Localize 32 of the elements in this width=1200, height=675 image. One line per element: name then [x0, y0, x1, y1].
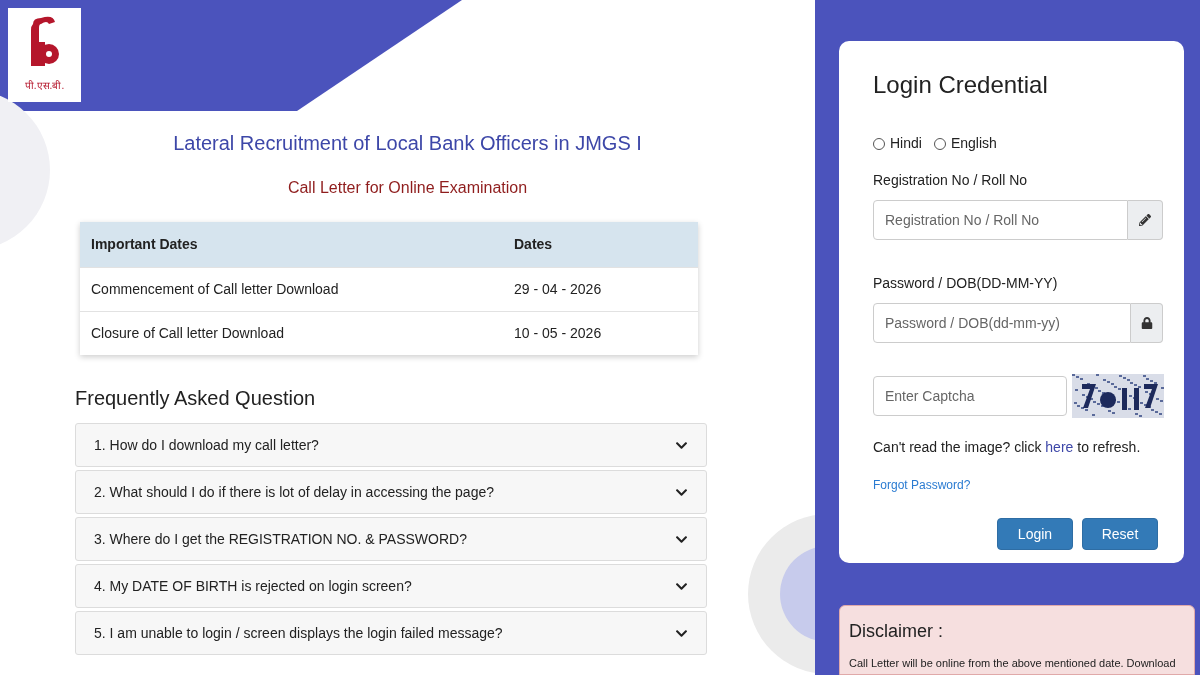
reset-button[interactable]: Reset: [1082, 518, 1158, 550]
table-header: Dates: [514, 235, 553, 254]
page-subtitle: Call Letter for Online Examination: [287, 178, 528, 198]
faq-item[interactable]: 5. I am unable to login / screen displays the login failed message?: [75, 611, 707, 655]
refresh-link[interactable]: here: [1045, 439, 1074, 455]
disclaimer-title: Disclaimer :: [849, 620, 944, 643]
login-title: Login Credential: [873, 70, 1049, 100]
language-radio[interactable]: Hindi: [873, 133, 922, 154]
field-label: Registration No / Roll No: [873, 171, 1029, 190]
password-field[interactable]: Password / DOB(dd-mm-yy): [873, 303, 1131, 343]
page-title: Lateral Recruitment of Local Bank Officers in JMGS I: [173, 131, 642, 156]
faq-item[interactable]: 2. What should I do if there is lot of delay in accessing the page?: [75, 470, 707, 514]
faq-item[interactable]: 1. How do I download my call letter?: [75, 423, 707, 467]
pencil-icon: [1139, 214, 1151, 226]
table-cell-text: Commencement of Call letter Download: [90, 280, 340, 299]
forgot-password-link[interactable]: Forgot Password?: [873, 476, 971, 494]
table-cell-text: 29 - 04 - 2026: [514, 280, 602, 299]
language-radio[interactable]: English: [933, 133, 997, 154]
logo-caption: पी.एस.बी.: [24, 79, 65, 93]
faq-item[interactable]: 4. My DATE OF BIRTH is rejected on login screen?: [75, 564, 707, 608]
table-cell-text: 10 - 05 - 2026: [514, 324, 602, 343]
captcha-field[interactable]: Enter Captcha: [873, 376, 1067, 416]
disclaimer-text: Call Letter will be online from the above mentioned date. Download: [849, 656, 1177, 671]
faq-heading: Frequently Asked Question: [75, 386, 317, 411]
table-cell-text: Closure of Call letter Download: [90, 324, 285, 343]
lock-icon: [1140, 317, 1153, 329]
login-button[interactable]: Login: [997, 518, 1073, 550]
field-label: Password / DOB(DD-MM-YY): [873, 274, 1059, 293]
table-header: Important Dates: [90, 235, 199, 254]
registration-field[interactable]: Registration No / Roll No: [873, 200, 1128, 240]
faq-item[interactable]: 3. Where do I get the REGISTRATION NO. & PASSWORD?: [75, 517, 707, 561]
refresh-note: Can't read the image? click here to refresh.: [873, 438, 1142, 457]
